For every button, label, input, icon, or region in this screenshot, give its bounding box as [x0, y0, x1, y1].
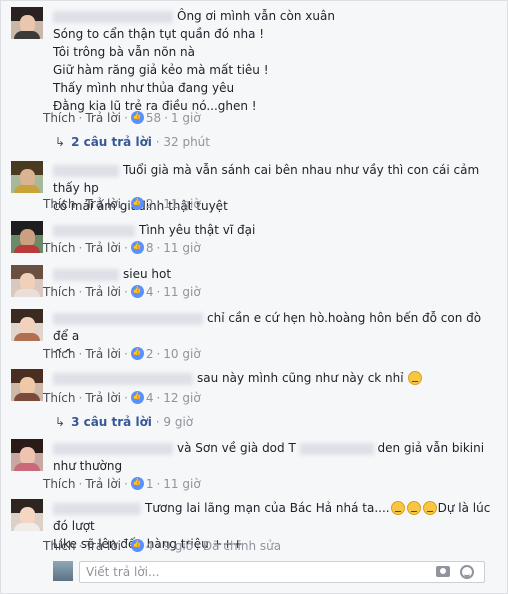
comment-body: và Sơn về già dod T den giả vẫn bikini n… [53, 439, 499, 475]
like-count[interactable]: 58 [146, 111, 161, 125]
like-count[interactable]: 8 [146, 241, 154, 255]
edited-label[interactable]: Đã chỉnh sửa [203, 539, 281, 553]
camera-icon[interactable] [436, 566, 450, 577]
commenter-name[interactable] [53, 161, 119, 179]
like-button[interactable]: Thích [43, 391, 75, 405]
view-replies-link[interactable]: ↳ 3 câu trả lời · 9 giờ [55, 415, 193, 429]
comment-actions: Thích·Trả lời·1·11 giờ [43, 477, 201, 491]
reply-composer: Viết trả lời... [53, 561, 485, 585]
comment-text-line: Giữ hàm răng giả kẻo mà mất tiêu ! [53, 63, 269, 77]
like-icon [130, 111, 144, 124]
comment-text-line: Tôi trông bà vẫn nõn nà [53, 45, 195, 59]
like-button[interactable]: Thích [43, 477, 75, 491]
avatar[interactable] [11, 309, 43, 341]
avatar [53, 561, 73, 581]
timestamp[interactable]: 11 giờ [163, 197, 200, 211]
reply-button[interactable]: Trả lời [85, 539, 121, 553]
comment-body: Tình yêu thật vĩ đại [53, 221, 499, 239]
commenter-name[interactable] [53, 7, 173, 25]
like-count[interactable]: 4 [146, 285, 154, 299]
emoji-icon [422, 501, 437, 515]
timestamp[interactable]: 10 giờ [163, 347, 200, 361]
like-count[interactable]: 4 [146, 539, 154, 553]
timestamp[interactable]: 9 giờ [163, 539, 193, 553]
reply-input[interactable]: Viết trả lời... [79, 561, 485, 583]
timestamp[interactable]: 12 giờ [163, 391, 200, 405]
reply-placeholder: Viết trả lời... [86, 565, 160, 579]
like-icon [130, 197, 144, 210]
commenter-name[interactable] [53, 265, 119, 283]
avatar[interactable] [11, 7, 43, 39]
like-icon [130, 347, 144, 360]
timestamp[interactable]: 1 giờ [171, 111, 201, 125]
reply-arrow-icon: ↳ [55, 415, 66, 429]
like-icon [130, 539, 144, 552]
commenter-name[interactable] [53, 369, 193, 387]
comment-text-line: sau này mình cũng như này ck nhỉ [197, 371, 404, 385]
like-icon [130, 241, 144, 254]
comment-actions: Thích·Trả lời·2·10 giờ [43, 347, 201, 361]
avatar[interactable] [11, 439, 43, 471]
comment-actions: Thích·Trả lời·58·1 giờ [43, 111, 201, 125]
reply-button[interactable]: Trả lời [85, 285, 121, 299]
comment-text-line: Tình yêu thật vĩ đại [139, 223, 256, 237]
timestamp: 32 phút [163, 135, 210, 149]
reply-button[interactable]: Trả lời [85, 477, 121, 491]
like-count[interactable]: 4 [146, 391, 154, 405]
timestamp[interactable]: 11 giờ [163, 477, 200, 491]
like-count[interactable]: 2 [146, 347, 154, 361]
comment-actions: Thích·Trả lời·4·9 giờ·Đã chỉnh sửa [43, 539, 281, 553]
emoji-icon [390, 501, 405, 515]
commenter-name[interactable] [53, 221, 135, 239]
like-button[interactable]: Thích [43, 347, 75, 361]
timestamp[interactable]: 11 giờ [163, 241, 200, 255]
comment-text-line: den giả vẫn bikini [377, 441, 485, 455]
avatar[interactable] [11, 161, 43, 193]
reply-button[interactable]: Trả lời [85, 241, 121, 255]
comment-actions: Thích·Trả lời·8·11 giờ [43, 241, 201, 255]
comment-actions: Thích·Trả lời·2·11 giờ [43, 197, 201, 211]
like-button[interactable]: Thích [43, 539, 75, 553]
reply-button[interactable]: Trả lời [85, 347, 121, 361]
comment-text-line: Thấy mình như thủa đang yêu [53, 81, 235, 95]
timestamp[interactable]: 11 giờ [163, 285, 200, 299]
comment-body: sau này mình cũng như này ck nhỉ [53, 369, 499, 387]
like-icon [130, 477, 144, 490]
avatar[interactable] [11, 369, 43, 401]
comment-body: Ông ơi mình vẫn còn xuân Sóng to cẩn thậ… [53, 7, 499, 115]
comment-text-line: Ông ơi mình vẫn còn xuân [177, 9, 335, 23]
view-replies-link[interactable]: ↳ 2 câu trả lời · 32 phút [55, 135, 210, 149]
commenter-name[interactable] [53, 439, 173, 457]
avatar[interactable] [11, 265, 43, 297]
commenter-name[interactable] [53, 309, 203, 327]
like-count[interactable]: 2 [146, 197, 154, 211]
like-button[interactable]: Thích [43, 197, 75, 211]
comment-actions: Thích·Trả lời·4·11 giờ [43, 285, 201, 299]
comment-text-line: như thường [53, 459, 123, 473]
comment-thread: Ông ơi mình vẫn còn xuân Sóng to cẩn thậ… [0, 0, 508, 594]
commenter-name[interactable] [53, 499, 141, 517]
comment-text-line: sieu hot [123, 267, 172, 281]
smiley-icon[interactable] [460, 565, 474, 579]
like-icon [130, 391, 144, 404]
like-button[interactable]: Thích [43, 285, 75, 299]
like-button[interactable]: Thích [43, 111, 75, 125]
comment-text-line: Tương lai lãng mạn của Bác Hả nhá ta.... [145, 501, 390, 515]
like-icon [130, 285, 144, 298]
timestamp: 9 giờ [163, 415, 194, 429]
emoji-icon [408, 371, 423, 385]
like-button[interactable]: Thích [43, 241, 75, 255]
emoji-icon [406, 501, 421, 515]
avatar[interactable] [11, 221, 43, 253]
reply-button[interactable]: Trả lời [85, 111, 121, 125]
comment-actions: Thích·Trả lời·4·12 giờ [43, 391, 201, 405]
comment-text-line: Sóng to cẩn thận tụt quần đó nha ! [53, 27, 265, 41]
reply-arrow-icon: ↳ [55, 135, 66, 149]
reply-button[interactable]: Trả lời [85, 197, 121, 211]
like-count[interactable]: 1 [146, 477, 154, 491]
reply-button[interactable]: Trả lời [85, 391, 121, 405]
avatar[interactable] [11, 499, 43, 531]
comment-text-line: và Sơn về già dod T [177, 441, 296, 455]
comment-body: sieu hot [53, 265, 499, 283]
